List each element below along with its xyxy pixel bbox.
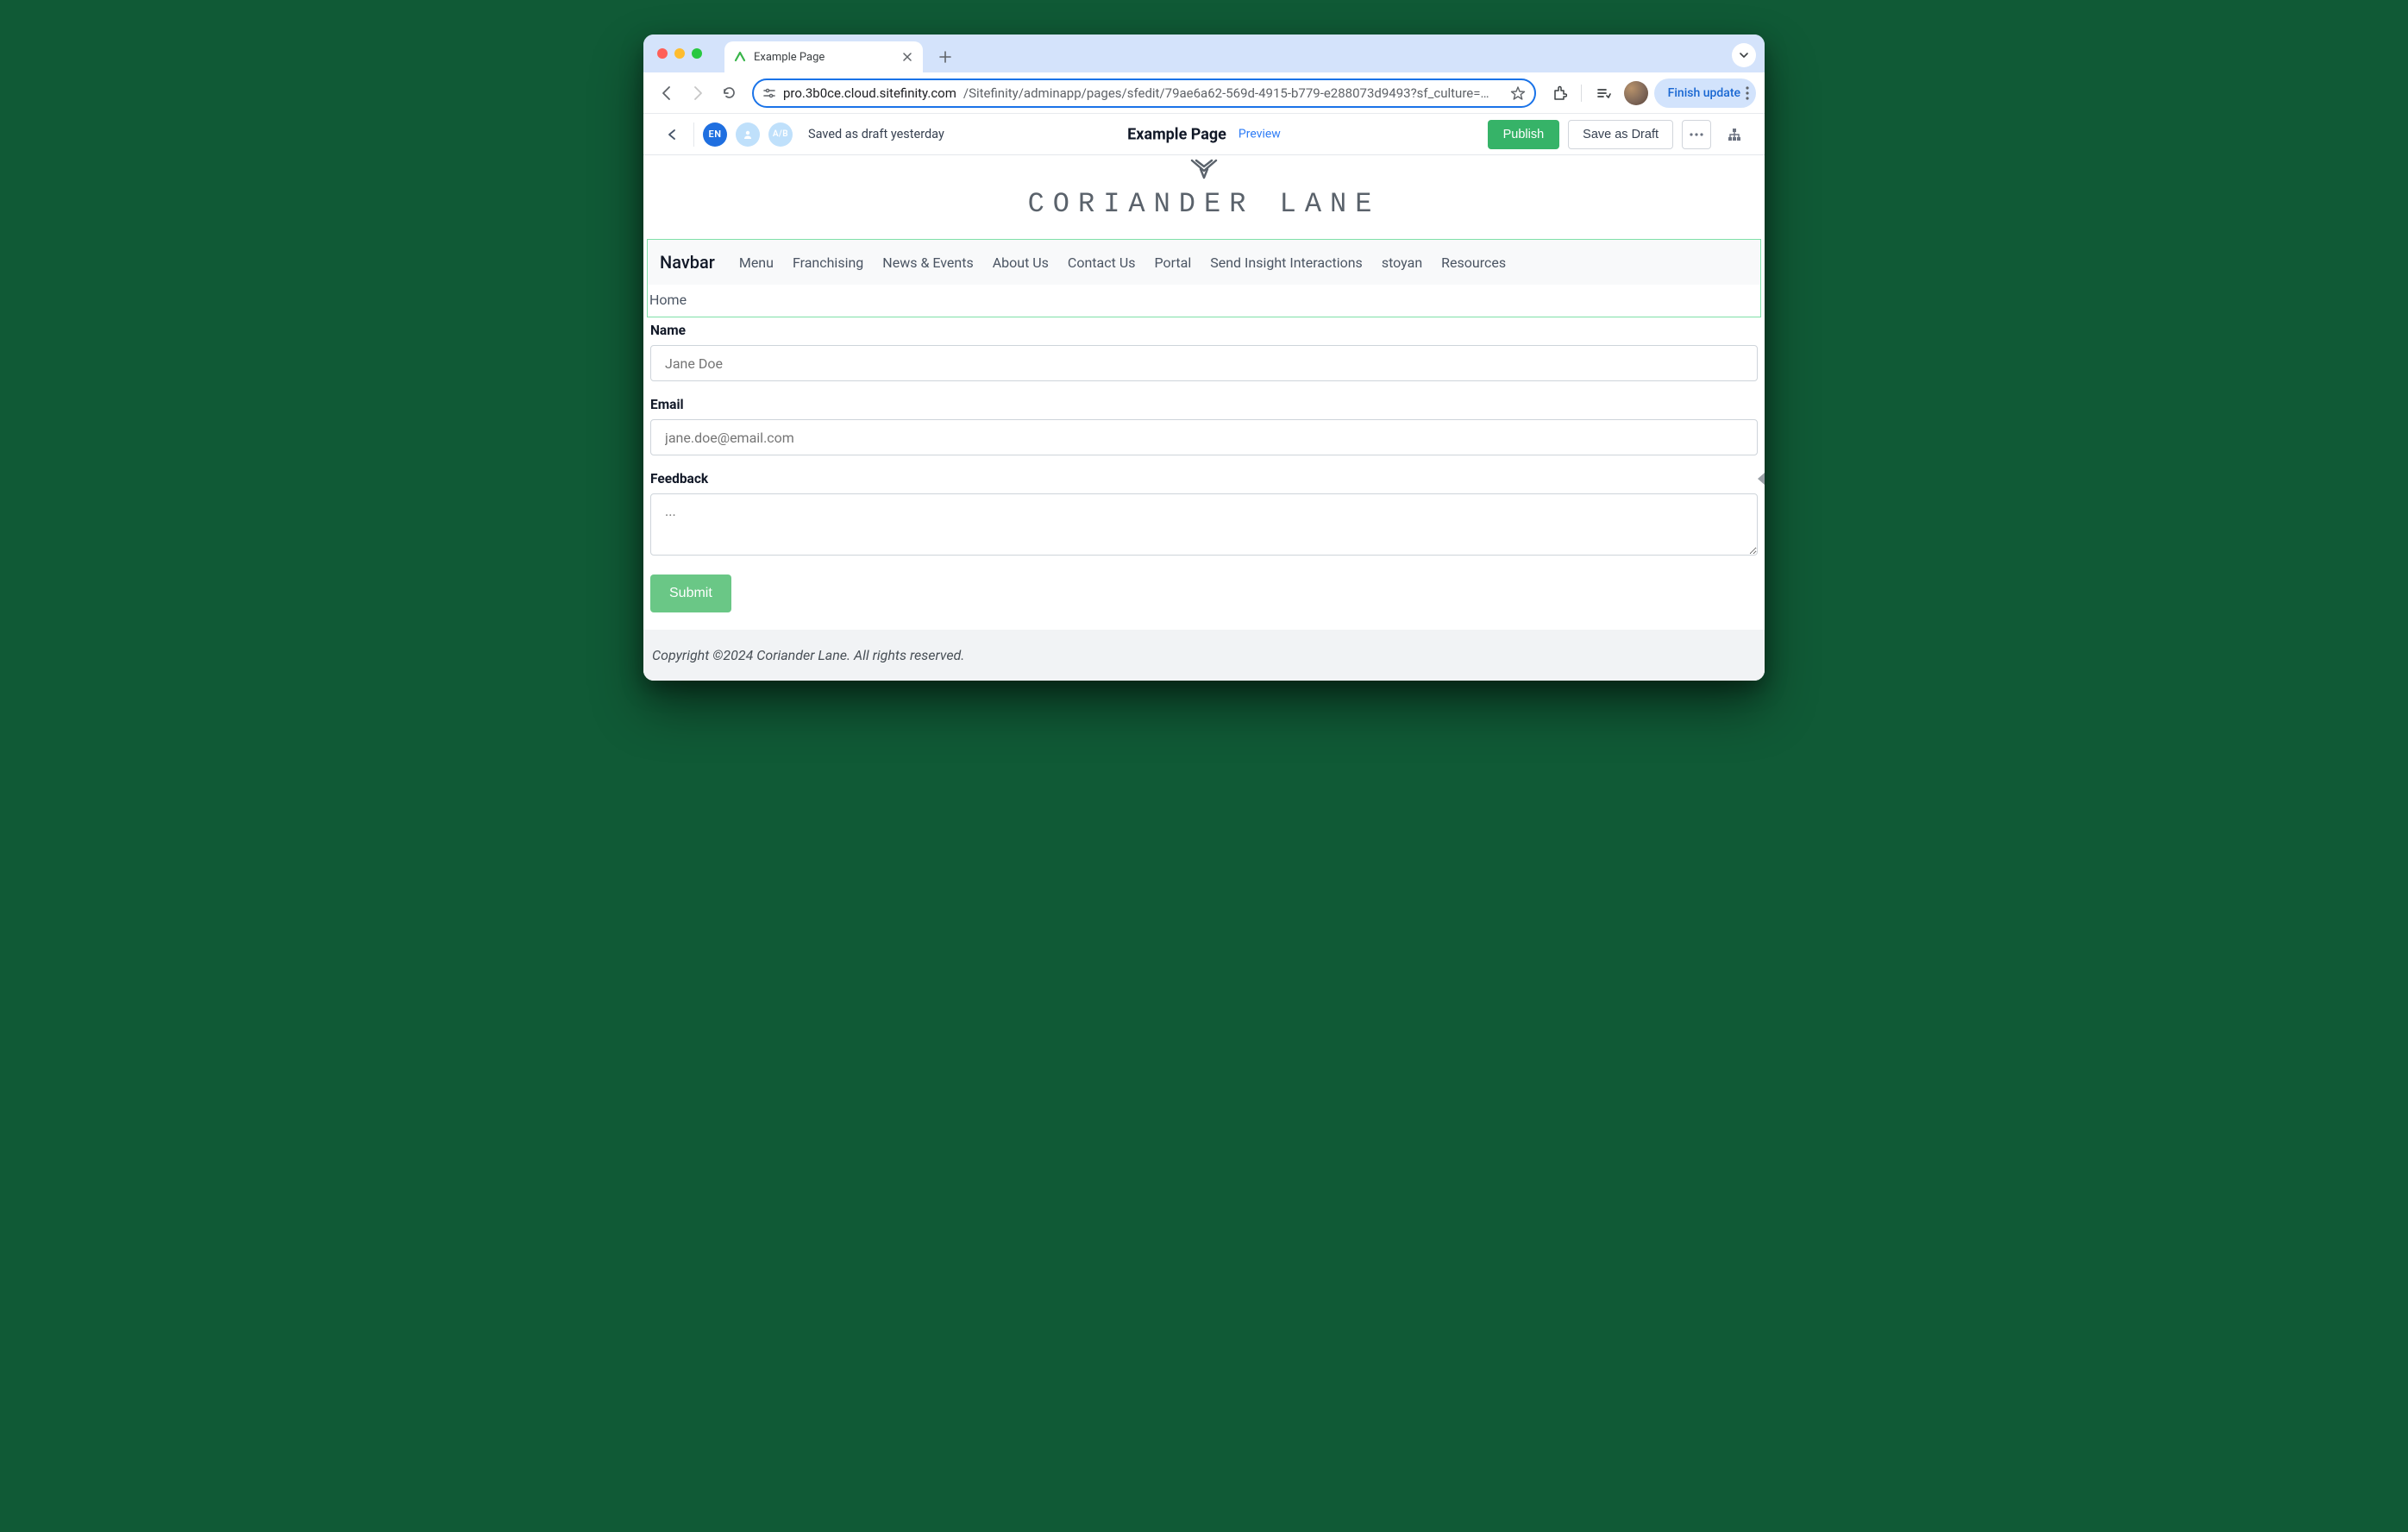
profile-avatar[interactable] xyxy=(1621,78,1651,108)
navbar: Navbar Menu Franchising News & Events Ab… xyxy=(648,240,1760,285)
chrome-toolbar-right: Finish update xyxy=(1545,78,1756,108)
chrome-toolbar: pro.3b0ce.cloud.sitefinity.com/Sitefinit… xyxy=(643,72,1765,114)
form-group-name: Name xyxy=(650,323,1758,381)
save-draft-button[interactable]: Save as Draft xyxy=(1568,120,1673,149)
form-area: Name Email Feedback Submit xyxy=(643,323,1765,630)
nav-portal[interactable]: Portal xyxy=(1154,254,1191,271)
language-badge[interactable]: EN xyxy=(703,122,727,147)
kebab-icon xyxy=(1746,86,1749,100)
browser-tab-active[interactable]: Example Page xyxy=(724,41,923,72)
new-tab-button[interactable] xyxy=(933,45,957,69)
name-label: Name xyxy=(650,323,1758,338)
avatar-icon xyxy=(1624,81,1648,105)
feedback-textarea[interactable] xyxy=(650,493,1758,556)
admin-page-title: Example Page xyxy=(1127,125,1226,143)
nav-franchising[interactable]: Franchising xyxy=(793,254,863,271)
nav-send-insight[interactable]: Send Insight Interactions xyxy=(1210,254,1363,271)
reading-list-icon[interactable] xyxy=(1589,78,1618,108)
scroll-indicator-icon xyxy=(1754,464,1765,493)
sitefinity-admin-bar: EN A/B Saved as draft yesterday Example … xyxy=(643,114,1765,155)
form-group-email: Email xyxy=(650,397,1758,455)
nav-about-us[interactable]: About Us xyxy=(993,254,1049,271)
user-badge[interactable] xyxy=(736,122,760,147)
footer: Copyright ©2024 Coriander Lane. All righ… xyxy=(643,630,1765,681)
extensions-icon[interactable] xyxy=(1545,78,1574,108)
admin-back-button[interactable] xyxy=(659,122,685,148)
brand-header: CORIANDER LANE xyxy=(643,155,1765,239)
draft-status-text: Saved as draft yesterday xyxy=(808,127,944,141)
nav-contact-us[interactable]: Contact Us xyxy=(1068,254,1136,271)
window-close-icon[interactable] xyxy=(657,48,668,59)
browser-window: Example Page pro.3b0ce.cloud.sitefinity.… xyxy=(643,35,1765,681)
ab-test-badge[interactable]: A/B xyxy=(768,122,793,147)
chrome-tabstrip: Example Page xyxy=(643,35,1765,72)
nav-reload-button[interactable] xyxy=(714,78,743,108)
sitefinity-favicon-icon xyxy=(733,50,747,64)
nav-back-button[interactable] xyxy=(652,78,681,108)
omnibox-url-path: /Sitefinity/adminapp/pages/sfedit/79ae6a… xyxy=(963,85,1489,101)
brand-name: CORIANDER LANE xyxy=(1028,188,1381,220)
finish-update-button[interactable]: Finish update xyxy=(1654,78,1756,108)
admin-center: Example Page Preview xyxy=(1127,125,1281,143)
submit-button[interactable]: Submit xyxy=(650,574,731,612)
email-label: Email xyxy=(650,397,1758,412)
page-content: CORIANDER LANE Navbar Menu Franchising N… xyxy=(643,155,1765,681)
brand-logo-icon xyxy=(1176,159,1232,183)
selected-widget-outline: Navbar Menu Franchising News & Events Ab… xyxy=(647,239,1761,317)
toolbar-divider xyxy=(1581,85,1582,102)
finish-update-label: Finish update xyxy=(1668,86,1740,100)
omnibox[interactable]: pro.3b0ce.cloud.sitefinity.com/Sitefinit… xyxy=(752,78,1536,108)
bookmark-star-icon[interactable] xyxy=(1510,85,1526,101)
breadcrumb[interactable]: Home xyxy=(648,285,1760,317)
nav-forward-button[interactable] xyxy=(683,78,712,108)
form-group-feedback: Feedback xyxy=(650,471,1758,559)
navbar-brand[interactable]: Navbar xyxy=(660,252,715,273)
nav-news-events[interactable]: News & Events xyxy=(882,254,973,271)
tab-close-button[interactable] xyxy=(900,50,914,64)
sitemap-button[interactable] xyxy=(1720,120,1749,149)
publish-button[interactable]: Publish xyxy=(1488,120,1560,149)
email-input[interactable] xyxy=(650,419,1758,455)
window-minimize-icon[interactable] xyxy=(674,48,685,59)
more-actions-button[interactable] xyxy=(1682,120,1711,149)
name-input[interactable] xyxy=(650,345,1758,381)
window-zoom-icon[interactable] xyxy=(692,48,702,59)
feedback-label: Feedback xyxy=(650,471,1758,487)
nav-stoyan[interactable]: stoyan xyxy=(1382,254,1422,271)
nav-resources[interactable]: Resources xyxy=(1441,254,1506,271)
tab-title: Example Page xyxy=(754,51,825,64)
site-settings-icon[interactable] xyxy=(762,86,776,100)
tab-overflow-button[interactable] xyxy=(1732,43,1756,67)
window-controls xyxy=(652,48,709,59)
nav-menu[interactable]: Menu xyxy=(739,254,774,271)
admin-actions: Publish Save as Draft xyxy=(1488,120,1749,149)
footer-text: Copyright ©2024 Coriander Lane. All righ… xyxy=(652,647,964,663)
preview-link[interactable]: Preview xyxy=(1238,128,1281,141)
omnibox-url-host: pro.3b0ce.cloud.sitefinity.com xyxy=(783,85,956,101)
admin-divider xyxy=(693,122,694,147)
